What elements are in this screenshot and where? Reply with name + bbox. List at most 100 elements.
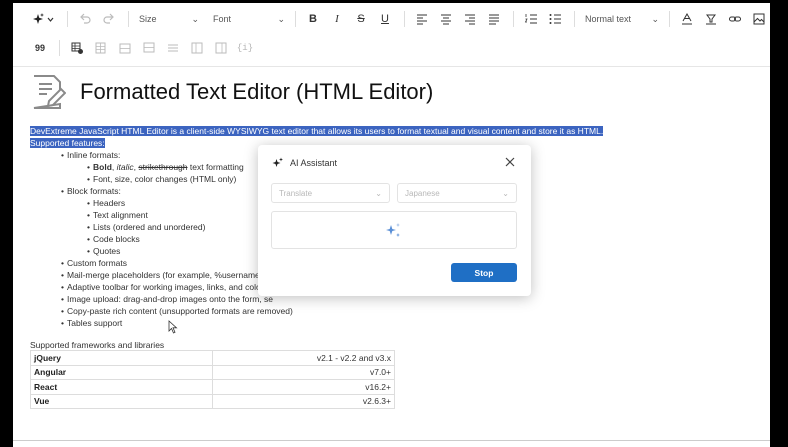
text-formatting-label: text formatting — [187, 162, 244, 172]
bullet-list-icon — [549, 14, 561, 24]
toolbar-separator — [669, 11, 670, 27]
undo-button[interactable] — [74, 8, 96, 30]
italic-sample: italic — [116, 162, 134, 172]
list-item: Mail-merge placeholders (for example, %u… — [61, 269, 270, 281]
features-heading-text: Supported features: — [30, 138, 105, 148]
font-select[interactable]: Font ⌄ — [209, 8, 289, 30]
insert-column-left-button[interactable] — [186, 37, 208, 59]
intro-text: DevExtreme JavaScript HTML Editor is a c… — [30, 126, 604, 136]
frameworks-table: jQuery v2.1 - v2.2 and v3.x Angular v7.0+ … — [30, 350, 395, 409]
table-row: Vue v2.6.3+ — [30, 393, 395, 409]
table-cell: Vue — [30, 393, 213, 409]
stop-button[interactable]: Stop — [451, 263, 517, 282]
language-select[interactable]: Japanese ⌄ — [397, 183, 517, 203]
list-item: Adaptive toolbar for working images, lin… — [61, 281, 273, 293]
ai-assistant-menu-button[interactable] — [29, 8, 59, 30]
table-cell: Angular — [30, 364, 213, 380]
list-item: Lists (ordered and unordered) — [87, 221, 205, 233]
align-center-button[interactable] — [435, 8, 457, 30]
table-cell: v16.2+ — [212, 379, 395, 395]
align-justify-icon — [489, 14, 499, 25]
delete-table-icon — [95, 42, 106, 54]
list-item: Text alignment — [87, 209, 148, 221]
ordered-list-button[interactable] — [520, 8, 542, 30]
chevron-down-icon: ⌄ — [277, 13, 285, 24]
table-cell: v2.1 - v2.2 and v3.x — [212, 350, 395, 366]
loading-sparkle-icon — [386, 223, 400, 237]
font-color-icon — [682, 12, 692, 25]
bold-sample: Bold — [93, 162, 112, 172]
insert-row-below-icon — [143, 42, 155, 53]
frame-bottom-edge — [13, 440, 770, 447]
align-right-button[interactable] — [459, 8, 481, 30]
align-left-button[interactable] — [411, 8, 433, 30]
font-color-button[interactable] — [676, 8, 698, 30]
ai-sparkle-icon — [272, 157, 283, 167]
ai-assistant-dialog: AI Assistant Translate ⌄ Japanese ⌄ Stop — [258, 145, 531, 296]
align-justify-button[interactable] — [483, 8, 505, 30]
underline-button[interactable]: U — [374, 8, 396, 30]
align-center-icon — [441, 14, 451, 25]
list-item: Inline formats: — [61, 149, 120, 161]
list-item: Font, size, color changes (HTML only) — [87, 173, 236, 185]
insert-table-icon — [71, 42, 83, 54]
size-select-label: Size — [139, 14, 157, 24]
insert-column-right-button[interactable] — [210, 37, 232, 59]
command-select[interactable]: Translate ⌄ — [271, 183, 390, 203]
image-button[interactable] — [748, 8, 770, 30]
redo-icon — [103, 13, 114, 24]
document-edit-icon — [33, 75, 66, 109]
toolbar-separator — [128, 11, 129, 27]
table-cell: v2.6.3+ — [212, 393, 395, 409]
toolbar-row-formatting: Size ⌄ Font ⌄ B I S U Normal text ⌄ — [29, 7, 770, 31]
command-select-placeholder: Translate — [279, 188, 313, 198]
toolbar-separator — [513, 11, 514, 27]
background-color-icon — [706, 14, 716, 25]
table-cell: jQuery — [30, 350, 213, 366]
strikethrough-sample: strikethrough — [138, 162, 188, 172]
delete-row-icon — [168, 44, 178, 52]
editor-toolbar: Size ⌄ Font ⌄ B I S U Normal text ⌄ 99 {… — [13, 3, 770, 67]
link-button[interactable] — [724, 8, 746, 30]
heading-select[interactable]: Normal text ⌄ — [581, 8, 663, 30]
chevron-down-icon: ⌄ — [375, 188, 382, 198]
bold-button[interactable]: B — [302, 8, 324, 30]
dialog-title: AI Assistant — [290, 158, 338, 168]
insert-column-left-icon — [191, 42, 203, 54]
close-icon[interactable] — [503, 155, 517, 169]
link-icon — [729, 16, 741, 22]
insert-table-button[interactable] — [66, 37, 88, 59]
list-item: Bold, italic, strikethrough text formatt… — [87, 161, 244, 173]
align-left-icon — [417, 14, 427, 25]
font-select-label: Font — [213, 14, 232, 24]
strike-button[interactable]: S — [350, 8, 372, 30]
table-cell: v7.0+ — [212, 364, 395, 380]
ai-result-area[interactable] — [271, 211, 517, 249]
language-select-placeholder: Japanese — [405, 188, 440, 198]
bullet-list-button[interactable] — [544, 8, 566, 30]
page-title: Formatted Text Editor (HTML Editor) — [80, 79, 434, 104]
insert-row-above-button[interactable] — [114, 37, 136, 59]
list-item: Image upload: drag-and-drop images onto … — [61, 293, 273, 305]
delete-table-button[interactable] — [90, 37, 112, 59]
undo-icon — [80, 13, 91, 24]
background-color-button[interactable] — [700, 8, 722, 30]
toolbar-separator — [59, 40, 60, 56]
table-cell: React — [30, 379, 213, 395]
chevron-down-icon: ⌄ — [502, 188, 509, 198]
insert-row-below-button[interactable] — [138, 37, 160, 59]
title-row: Formatted Text Editor (HTML Editor) — [30, 69, 433, 115]
list-item: Headers — [87, 197, 125, 209]
italic-button[interactable]: I — [326, 8, 348, 30]
insert-row-above-icon — [119, 43, 131, 54]
blockquote-button[interactable]: 99 — [29, 37, 51, 59]
dialog-header: AI Assistant — [272, 153, 517, 173]
size-select[interactable]: Size ⌄ — [135, 8, 203, 30]
redo-button[interactable] — [98, 8, 120, 30]
list-item: Quotes — [87, 245, 120, 257]
toolbar-separator — [574, 11, 575, 27]
delete-row-button[interactable] — [162, 37, 184, 59]
list-item: Tables support — [61, 317, 122, 329]
variables-button[interactable]: {i} — [234, 37, 256, 59]
toolbar-separator — [67, 11, 68, 27]
